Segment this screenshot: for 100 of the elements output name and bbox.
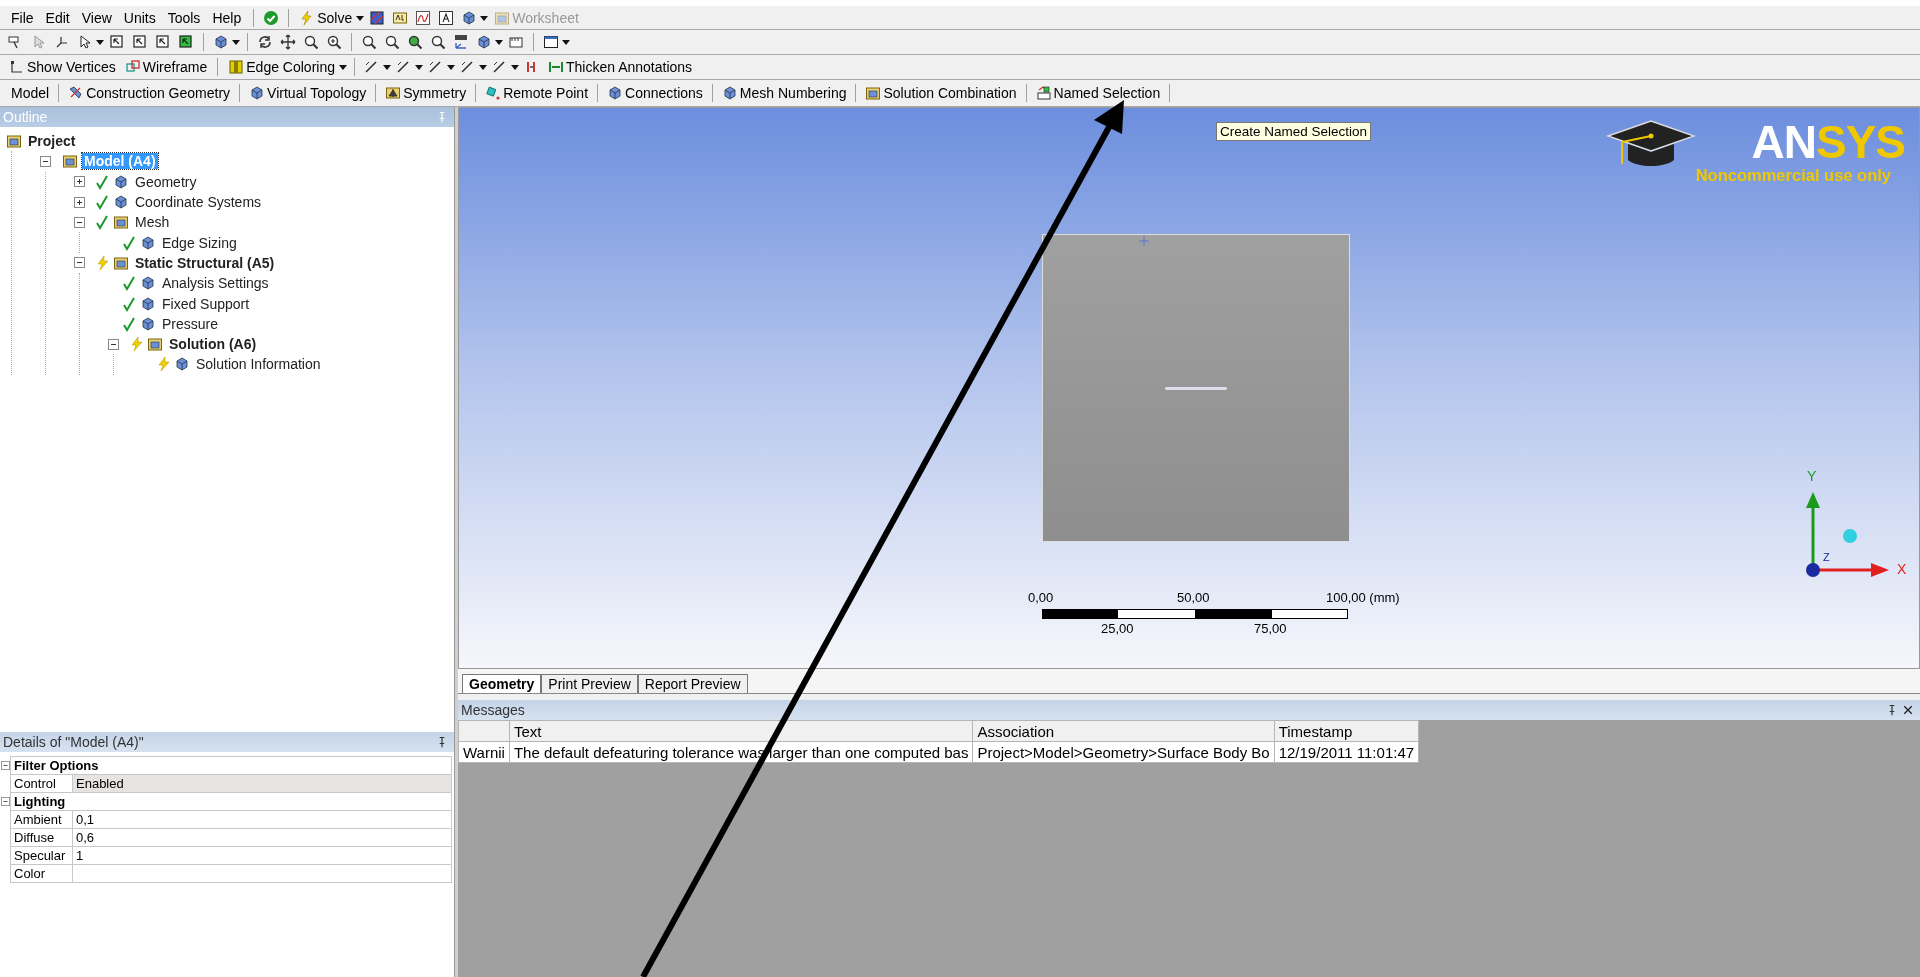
toolbar-icon xyxy=(54,34,70,50)
view-tab[interactable]: Print Preview xyxy=(541,674,638,693)
toolbar-button[interactable]: Mesh Numbering xyxy=(716,84,852,102)
collapse-toggle[interactable] xyxy=(108,338,119,350)
property-value[interactable]: 0,6 xyxy=(72,828,452,847)
group-header[interactable]: Filter Options xyxy=(10,756,452,775)
scale-label: 75,00 xyxy=(1254,620,1287,638)
caret-icon[interactable] xyxy=(495,38,503,46)
caret-icon[interactable] xyxy=(415,63,423,71)
folder-icon xyxy=(6,133,22,150)
cube-icon xyxy=(174,356,190,373)
menu-item[interactable]: Units xyxy=(118,7,161,28)
toolbar-icon xyxy=(476,34,492,50)
property-value[interactable]: 0,1 xyxy=(72,810,452,829)
tree-item[interactable]: Solution Information xyxy=(194,356,323,373)
folder-icon xyxy=(113,254,129,271)
toolbar-button[interactable]: Solve xyxy=(296,8,356,27)
caret-icon[interactable] xyxy=(383,63,391,71)
toolbar-button[interactable]: Virtual Topology xyxy=(244,84,372,102)
tree-item[interactable]: Geometry xyxy=(133,173,199,190)
caret-icon[interactable] xyxy=(480,13,489,22)
toolbar-icon xyxy=(9,59,25,75)
toolbar-button[interactable]: Symmetry xyxy=(380,84,472,102)
axis-label: Z xyxy=(1823,552,1830,563)
caret-icon[interactable] xyxy=(232,38,240,46)
sheet-icon xyxy=(494,9,511,26)
collapse-toggle[interactable] xyxy=(1,797,10,806)
caret-icon[interactable] xyxy=(562,38,570,46)
expand-toggle[interactable] xyxy=(74,196,85,208)
tree-item[interactable]: Pressure xyxy=(160,315,221,332)
toolbar-button[interactable]: Show Vertices xyxy=(6,58,119,76)
column-header[interactable]: Timestamp xyxy=(1274,720,1419,742)
toolbar-button[interactable]: Named Selection xyxy=(1030,84,1166,102)
toolbar-button[interactable]: Remote Point xyxy=(480,84,594,102)
cube-icon xyxy=(140,275,156,292)
column-header[interactable]: Association xyxy=(972,720,1275,742)
toolbar-icon xyxy=(392,9,409,26)
tree-item[interactable]: Solution (A6) xyxy=(167,336,259,353)
caret-icon[interactable] xyxy=(511,63,519,71)
edge-icon xyxy=(460,59,476,75)
toolbar-button[interactable]: Edge Coloring xyxy=(225,58,338,76)
toolbar-icon xyxy=(508,34,524,50)
menu-item[interactable]: View xyxy=(76,7,117,28)
zoom-icon xyxy=(326,34,342,50)
toolbar-button[interactable]: Thicken Annotations xyxy=(545,58,696,76)
tooltip: Create Named Selection xyxy=(1216,122,1372,141)
toolbar-button[interactable]: Construction Geometry xyxy=(63,84,236,102)
collapse-toggle[interactable] xyxy=(74,216,85,228)
tree-item[interactable]: Mesh xyxy=(133,214,172,231)
check-icon xyxy=(263,9,280,26)
cube-icon xyxy=(113,194,129,211)
column-header[interactable]: Text xyxy=(509,720,973,742)
toolbar-icon xyxy=(132,34,148,50)
toolbar-icon xyxy=(124,59,141,75)
tree-item[interactable]: Edge Sizing xyxy=(160,234,239,251)
toolbar-icon xyxy=(438,9,455,26)
scale-label: 0,00 xyxy=(1028,590,1054,605)
caret-icon[interactable] xyxy=(447,63,455,71)
toolbar-icon xyxy=(548,59,564,75)
tree-item[interactable]: Fixed Support xyxy=(160,295,252,312)
caret-icon[interactable] xyxy=(96,38,104,46)
caret-icon[interactable] xyxy=(479,63,487,71)
group-header[interactable]: Lighting xyxy=(10,792,452,811)
menu-item[interactable]: Help xyxy=(207,7,247,28)
toolbar-icon xyxy=(721,85,738,101)
tree-item[interactable]: Static Structural (A5) xyxy=(133,254,277,271)
toolbar-button[interactable]: Solution Combination xyxy=(860,84,1022,102)
toolbar-icon xyxy=(228,59,245,75)
caret-icon[interactable] xyxy=(356,13,365,22)
graphics-viewport[interactable]: ANSYS Noncommercial use only Create Named Selection 0,00 50,00 100,00 (mm) 25,00 75,00 Y Z X xyxy=(458,107,1920,669)
menu-item[interactable]: Tools xyxy=(162,7,206,28)
caret-icon[interactable] xyxy=(339,63,347,71)
toolbar-icon xyxy=(31,34,47,50)
toolbar-icon xyxy=(77,34,93,50)
toolbar-button[interactable]: Wireframe xyxy=(121,58,211,76)
cube-icon xyxy=(140,234,156,251)
toolbar-icon xyxy=(607,85,624,101)
property-label: Diffuse xyxy=(10,828,73,847)
toolbar-button[interactable] xyxy=(278,32,298,52)
view-tab[interactable]: Report Preview xyxy=(637,674,748,693)
edge-icon xyxy=(492,59,508,75)
collapse-toggle[interactable] xyxy=(40,155,51,167)
table-cell: Warnii xyxy=(458,741,510,763)
toolbar-icon xyxy=(543,34,559,50)
toolbar-button[interactable]: Connections xyxy=(602,84,708,102)
tree-item[interactable]: Coordinate Systems xyxy=(133,194,264,211)
toolbar-button[interactable]: Model xyxy=(6,84,55,102)
property-label: Control xyxy=(10,774,73,793)
tree-item[interactable]: Project xyxy=(26,133,78,150)
expand-toggle[interactable] xyxy=(74,176,85,188)
view-tab[interactable]: Geometry xyxy=(462,674,542,693)
collapse-toggle[interactable] xyxy=(1,761,10,770)
collapse-toggle[interactable] xyxy=(74,257,85,269)
property-label: Color xyxy=(10,864,73,883)
property-value[interactable]: 1 xyxy=(72,846,452,865)
logo-wordmark: ANSYS xyxy=(1751,118,1905,166)
toolbar-icon xyxy=(369,9,386,26)
menu-item[interactable]: File xyxy=(6,7,39,28)
tree-item[interactable]: Analysis Settings xyxy=(160,275,271,292)
menu-item[interactable]: Edit xyxy=(40,7,75,28)
